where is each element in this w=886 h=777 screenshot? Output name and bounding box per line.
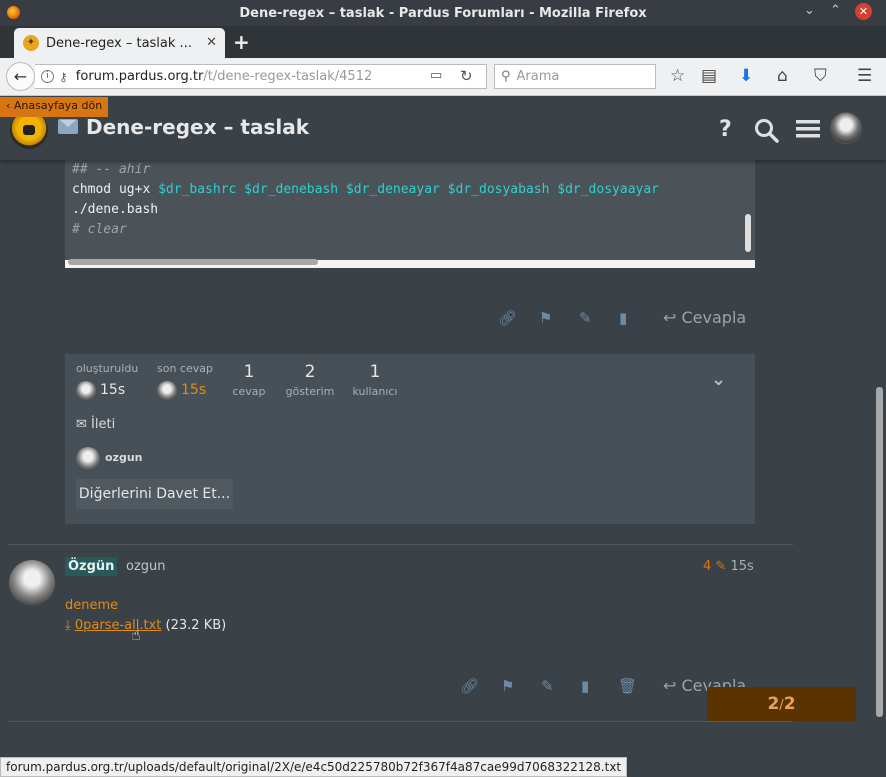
participant-name[interactable]: ozgun [105, 451, 143, 464]
avatar[interactable] [157, 381, 177, 401]
last-reply-time[interactable]: 15s [181, 382, 206, 398]
back-arrow-icon[interactable]: ← [6, 62, 35, 91]
tab-active[interactable]: ✦ Dene-regex – taslak ... ✕ [14, 28, 225, 58]
pocket-icon[interactable]: ⛉ [814, 66, 827, 86]
reply-button[interactable]: ↩ Cevapla [663, 308, 746, 327]
code-block: ## -- ahir chmod ug+x $dr_bashrc $dr_den… [65, 160, 755, 268]
message-label: ✉ İleti [76, 417, 116, 432]
private-message-icon [58, 119, 78, 134]
site-header: Dene-regex – taslak ? [0, 97, 886, 160]
library-icon[interactable]: ▤ [701, 66, 717, 86]
stat-value: 1 [243, 362, 255, 382]
flag-icon[interactable]: ⚑ [501, 677, 514, 695]
minimize-icon[interactable]: ⌄ [804, 3, 815, 18]
post-actions: 🔗︎ ⚑ ✎ ▮ ↩ Cevapla [0, 307, 886, 331]
attachment-size: (23.2 KB) [165, 618, 227, 633]
code-line: chmod ug+x $dr_bashrc $dr_denebash $dr_d… [72, 182, 659, 197]
edit-count[interactable]: 4 [703, 559, 711, 574]
downloads-icon[interactable]: ⬇ [739, 66, 753, 86]
maximize-icon[interactable]: ⌃ [830, 3, 841, 18]
code-line: # clear [72, 222, 127, 237]
navigation-toolbar: ← i ⚷ forum.pardus.org.tr/t/dene-regex-t… [0, 58, 886, 96]
stat-label: kullanıcı [352, 385, 398, 398]
stat-label: gösterim [285, 385, 335, 398]
envelope-icon: ✉ [76, 417, 92, 432]
code-line: ## -- ahir [72, 162, 151, 177]
flag-icon[interactable]: ⚑ [539, 309, 552, 327]
firefox-logo-icon [7, 6, 20, 19]
home-icon[interactable]: ⌂ [777, 66, 788, 86]
bookmark-star-icon[interactable]: ☆ [670, 66, 685, 86]
invite-button[interactable]: Diğerlerini Davet Et... [76, 479, 233, 509]
last-reply-label: son cevap [157, 362, 213, 375]
back-home-link[interactable]: ‹ Anasayfaya dön [0, 97, 109, 117]
edit-pencil-icon[interactable]: ✎ [541, 677, 554, 695]
post-body: deneme [65, 598, 119, 613]
stat-value: 1 [369, 362, 381, 382]
post-username[interactable]: ozgun [126, 559, 166, 574]
key-icon: ⚷ [59, 69, 68, 84]
pardus-favicon-icon: ✦ [23, 35, 39, 51]
post-divider [8, 544, 793, 545]
timeline-progress[interactable]: 2/2 [707, 687, 856, 721]
new-tab-icon[interactable]: + [233, 30, 250, 54]
download-icon: ⤓ [65, 618, 71, 633]
page-content: Dene-regex – taslak ? ‹ Anasayfaya dön #… [0, 97, 886, 777]
reader-view-icon[interactable]: ▭ [430, 68, 442, 83]
edit-pencil-icon[interactable]: ✎ [579, 309, 592, 327]
edit-pencil-icon[interactable]: ✎ [715, 559, 726, 574]
reload-icon[interactable]: ↻ [460, 67, 473, 85]
post-divider [8, 721, 793, 722]
created-time: 15s [100, 382, 126, 398]
status-bar-url: forum.pardus.org.tr/uploads/default/orig… [0, 757, 628, 777]
url-bar[interactable]: i ⚷ forum.pardus.org.tr/t/dene-regex-tas… [35, 64, 487, 89]
delete-trash-icon[interactable]: 🗑︎ [618, 677, 637, 695]
page-title[interactable]: Dene-regex – taslak [86, 115, 309, 139]
hamburger-menu-icon[interactable]: ☰ [857, 66, 872, 86]
search-input[interactable]: ⚲ Arama [494, 64, 656, 89]
code-vertical-scrollbar[interactable] [745, 214, 751, 252]
attachment: ⤓ 0parse-all.txt (23.2 KB) [65, 618, 226, 633]
user-avatar[interactable] [830, 112, 862, 144]
attachment-link[interactable]: 0parse-all.txt [75, 618, 162, 633]
hamburger-menu-icon[interactable] [796, 119, 820, 139]
avatar[interactable] [9, 560, 55, 606]
search-icon: ⚲ [501, 69, 511, 84]
info-icon[interactable]: i [41, 70, 54, 83]
help-icon[interactable]: ? [719, 117, 732, 142]
stat-label: cevap [232, 385, 266, 398]
chevron-down-icon[interactable]: ⌄ [711, 369, 726, 390]
pointer-hand-icon: ☝ [131, 625, 141, 644]
link-icon[interactable]: 🔗︎ [498, 309, 517, 327]
bookmark-icon[interactable]: ▮ [581, 677, 589, 695]
reply-icon: ↩ [663, 676, 682, 695]
tab-title: Dene-regex – taslak ... [46, 35, 192, 51]
stat-value: 2 [304, 362, 316, 382]
avatar[interactable] [76, 447, 100, 471]
search-icon[interactable] [754, 118, 780, 144]
reply-icon: ↩ [663, 308, 682, 327]
window-title: Dene-regex – taslak - Pardus Forumları -… [239, 5, 647, 21]
created-label: oluşturuldu [76, 362, 139, 375]
post-time[interactable]: 15s [730, 559, 753, 574]
page-scrollbar[interactable] [876, 387, 883, 717]
url-text[interactable]: forum.pardus.org.tr/t/dene-regex-taslak/… [76, 69, 372, 84]
post-display-name[interactable]: Özgün [65, 557, 118, 576]
close-tab-icon[interactable]: ✕ [206, 35, 217, 50]
close-window-icon[interactable]: ✕ [855, 3, 872, 20]
search-placeholder: Arama [516, 69, 560, 84]
tab-bar: ✦ Dene-regex – taslak ... ✕ + [0, 26, 886, 58]
code-line: ./dene.bash [72, 202, 159, 217]
code-horizontal-scrollbar[interactable] [68, 259, 318, 265]
post-meta: 4 ✎ 15s [703, 559, 754, 574]
topic-map: oluşturuldu 15s son cevap 15s 1 cevap 2 … [65, 354, 755, 524]
chevron-left-icon: ‹ [6, 99, 14, 112]
link-icon[interactable]: 🔗︎ [460, 677, 479, 695]
bookmark-icon[interactable]: ▮ [619, 309, 627, 327]
window-titlebar: Dene-regex – taslak - Pardus Forumları -… [0, 0, 886, 26]
avatar[interactable] [76, 381, 96, 401]
